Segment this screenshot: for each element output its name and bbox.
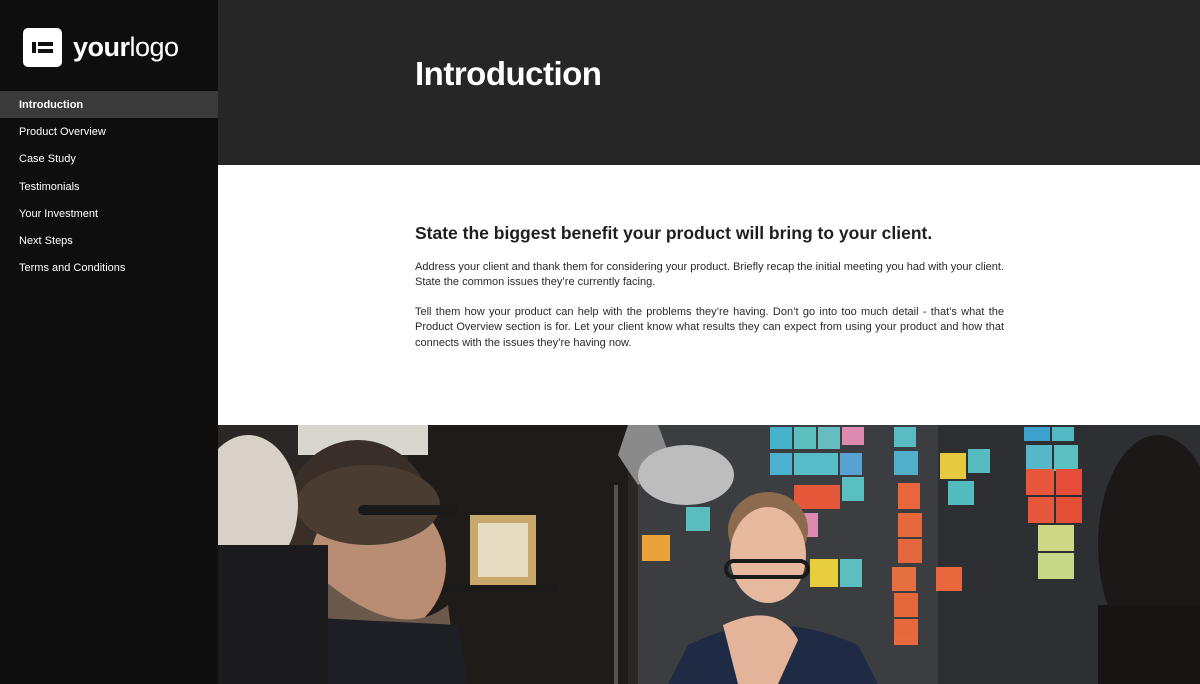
logo[interactable]: yourlogo: [23, 28, 179, 67]
sidebar-item-label: Your Investment: [19, 207, 99, 220]
sidebar-item-introduction[interactable]: Introduction: [0, 91, 218, 119]
sidebar-item-product-overview[interactable]: Product Overview: [0, 118, 218, 145]
sidebar-item-case-study[interactable]: Case Study: [0, 146, 218, 173]
sidebar-item-terms-and-conditions[interactable]: Terms and Conditions: [0, 255, 218, 282]
page-title: Introduction: [415, 55, 602, 92]
sidebar-item-your-investment[interactable]: Your Investment: [0, 200, 218, 227]
sidebar-item-next-steps[interactable]: Next Steps: [0, 227, 218, 254]
sidebar-item-testimonials[interactable]: Testimonials: [0, 173, 218, 200]
sidebar-item-label: Next Steps: [19, 235, 73, 248]
logo-mark-icon: [23, 28, 62, 67]
sidebar-nav: Introduction Product Overview Case Study…: [0, 91, 218, 282]
sidebar-item-label: Introduction: [19, 98, 84, 111]
logo-text: yourlogo: [73, 34, 179, 61]
intro-paragraph-1: Address your client and thank them for c…: [415, 261, 1004, 289]
logo-text-light: logo: [129, 32, 180, 62]
sidebar-item-label: Testimonials: [19, 180, 80, 193]
sidebar: yourlogo Introduction Product Overview C…: [0, 0, 218, 684]
sidebar-item-label: Case Study: [19, 153, 76, 166]
sidebar-item-label: Product Overview: [19, 125, 106, 138]
content-section: State the biggest benefit your product w…: [218, 165, 1200, 425]
sidebar-item-label: Terms and Conditions: [19, 262, 126, 275]
intro-paragraph-2: Tell them how your product can help with…: [415, 306, 1004, 349]
meeting-photo: [218, 425, 1200, 684]
page-header: Introduction: [218, 0, 1200, 165]
logo-text-bold: your: [73, 32, 130, 62]
section-headline: State the biggest benefit your product w…: [415, 223, 933, 243]
